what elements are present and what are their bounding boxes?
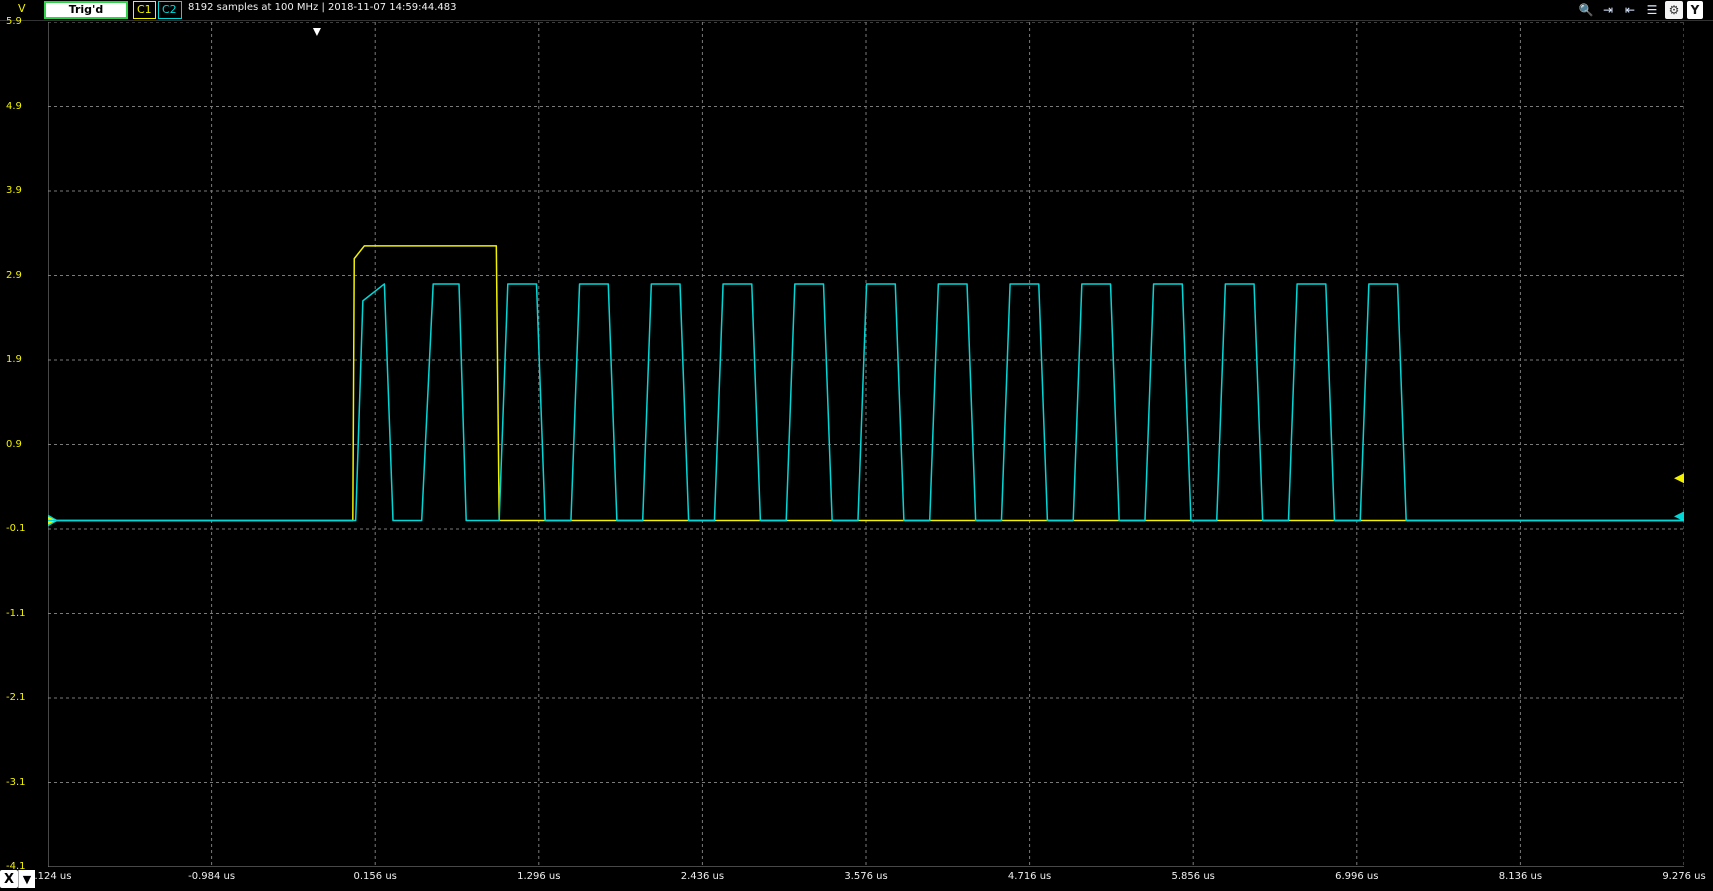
x-tick-label: 6.996 us xyxy=(1335,871,1379,882)
x-axis-tag[interactable]: X xyxy=(0,870,18,888)
cursor-icon-2[interactable]: ⇤ xyxy=(1621,1,1639,19)
oscilloscope-plot[interactable] xyxy=(48,22,1684,867)
x-tick-label: 1.296 us xyxy=(517,871,561,882)
zoom-icon[interactable]: 🔍 xyxy=(1577,1,1595,19)
settings-icon[interactable]: ⚙ xyxy=(1665,1,1683,19)
y-tick-label: 4.9 xyxy=(6,100,22,112)
units-label: V xyxy=(18,2,26,15)
y-tick-label: -3.1 xyxy=(6,776,26,788)
y-tick-label: -0.1 xyxy=(6,523,26,534)
x-tick-label: 4.716 us xyxy=(1007,871,1052,882)
y-icon[interactable]: Y xyxy=(1687,1,1703,19)
plot-toolbar: 🔍 ⇥ ⇤ ☰ ⚙ Y xyxy=(1577,1,1703,19)
x-axis-dropdown[interactable]: ▼ xyxy=(18,870,35,888)
y-tick-label: 3.9 xyxy=(6,185,22,196)
list-icon[interactable]: ☰ xyxy=(1643,1,1661,19)
y-tick-label: -2.1 xyxy=(6,692,26,703)
trigger-status-button[interactable]: Trig'd xyxy=(44,1,128,19)
x-tick-label: 0.156 us xyxy=(353,871,397,882)
y-tick-label: 0.9 xyxy=(6,438,22,450)
oscilloscope-chart xyxy=(48,22,1684,867)
x-tick-label: 2.436 us xyxy=(680,871,725,882)
y-tick-label: -1.1 xyxy=(6,607,26,619)
x-tick-label: 5.856 us xyxy=(1171,871,1215,882)
cursor-icon[interactable]: ⇥ xyxy=(1599,1,1617,19)
channel-c1-button[interactable]: C1 xyxy=(133,1,156,19)
y-tick-label: 5.9 xyxy=(6,16,22,27)
acquisition-status-text: 8192 samples at 100 MHz | 2018-11-07 14:… xyxy=(188,2,457,13)
x-tick-label: 8.136 us xyxy=(1498,871,1543,882)
y-tick-label: 1.9 xyxy=(6,354,22,365)
x-tick-label: 9.276 us xyxy=(1662,871,1706,882)
y-tick-label: 2.9 xyxy=(6,269,22,281)
x-tick-label: -0.984 us xyxy=(188,871,236,882)
top-toolbar: V Trig'd C1 C2 8192 samples at 100 MHz |… xyxy=(0,0,1713,21)
x-tick-label: 3.576 us xyxy=(844,871,888,882)
channel-c2-button[interactable]: C2 xyxy=(158,1,182,19)
